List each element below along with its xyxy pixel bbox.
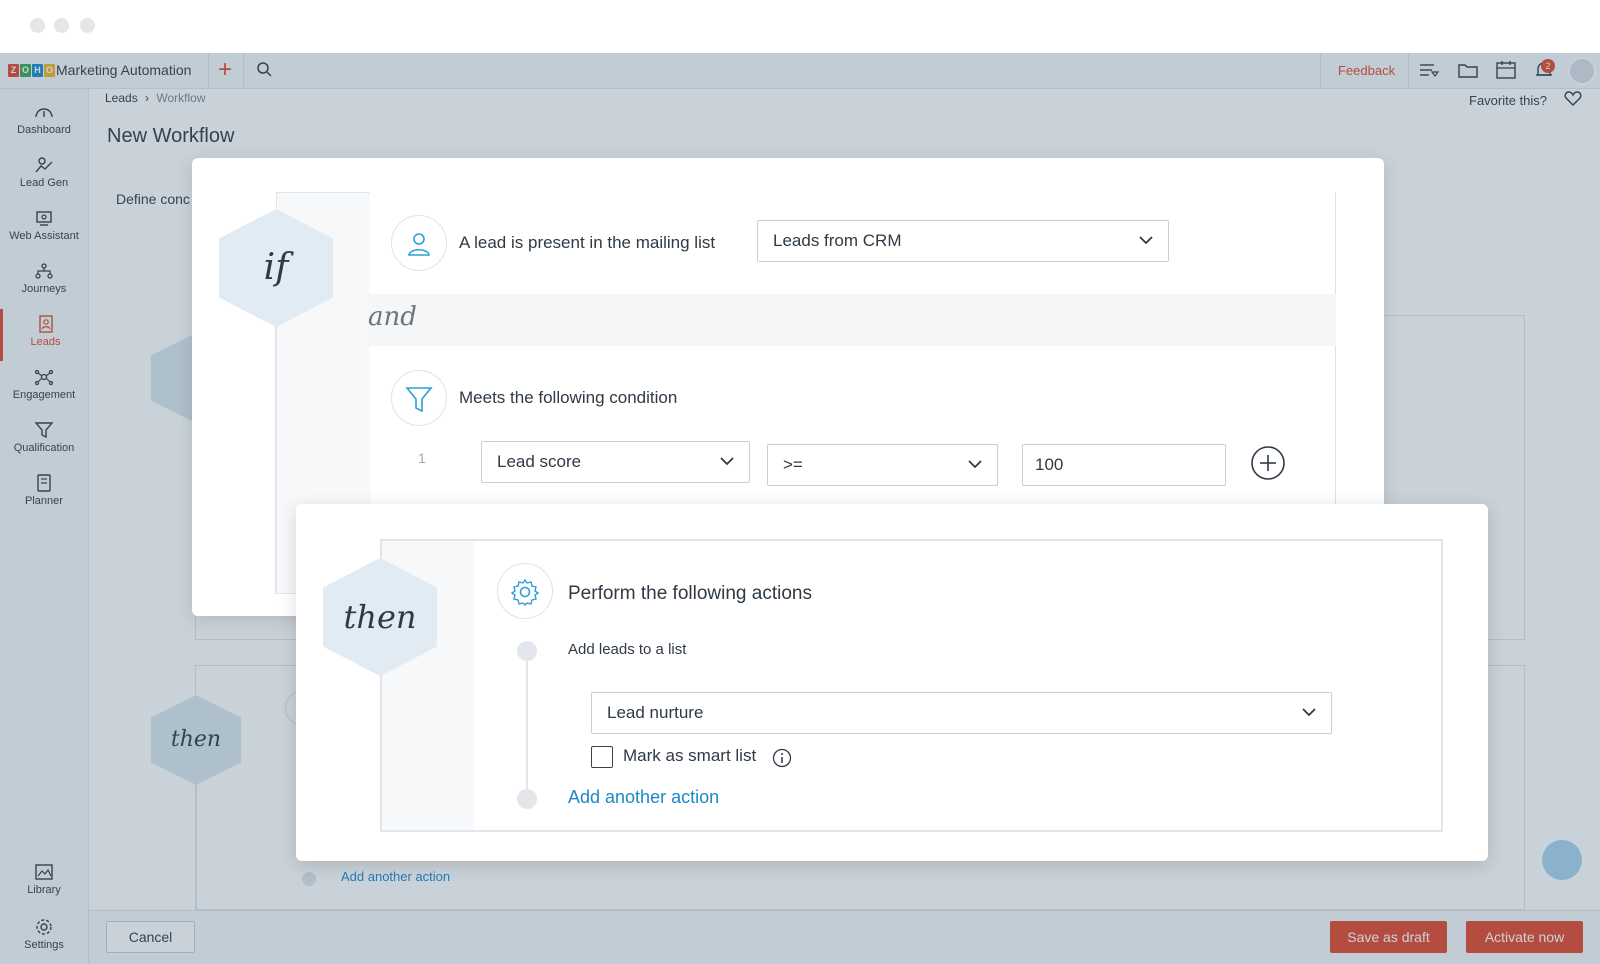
action-label: Add leads to a list [568,641,687,658]
target-list-select[interactable]: Lead nurture [591,692,1332,734]
condition-row-number: 1 [418,450,426,466]
then-actions-card: then Perform the following actions Add l… [296,504,1488,861]
chevron-down-icon [1139,236,1153,245]
add-action-dot [517,789,537,809]
field-select-value: Lead score [497,452,582,471]
operator-select-value: >= [783,455,803,474]
operator-select[interactable]: >= [767,444,998,486]
mailing-list-select-value: Leads from CRM [773,231,902,250]
target-list-select-value: Lead nurture [607,703,704,722]
window-maximize-button[interactable] [80,18,95,33]
filter-condition-icon-circle [391,370,447,426]
chevron-down-icon [1302,708,1316,717]
action-connector-line [526,645,528,795]
person-icon [408,233,430,256]
smart-list-label: Mark as smart list [623,746,757,765]
and-separator-band [368,294,1336,346]
window-minimize-button[interactable] [54,18,69,33]
gear-icon [510,578,540,606]
then-title: Perform the following actions [568,583,812,604]
then-connector-line [380,669,382,832]
field-select[interactable]: Lead score [481,441,750,483]
add-condition-icon[interactable] [1250,445,1286,486]
meets-condition-label: Meets the following condition [459,388,678,407]
filter-icon [405,387,433,413]
info-icon[interactable] [772,748,792,773]
chevron-down-icon [720,457,734,466]
condition-value-text: 100 [1035,455,1064,474]
window-close-button[interactable] [30,18,45,33]
mailing-list-condition-label: A lead is present in the mailing list [459,233,716,252]
actions-icon-circle [497,563,553,619]
and-label: and [368,302,417,332]
add-another-action-link[interactable]: Add another action [568,787,719,808]
action-step-dot [517,641,537,661]
chevron-down-icon [968,460,982,469]
lead-condition-icon-circle [391,215,447,271]
window-titlebar [0,0,1600,53]
smart-list-checkbox[interactable] [591,746,613,768]
condition-value-input[interactable]: 100 [1022,444,1226,486]
mailing-list-select[interactable]: Leads from CRM [757,220,1169,262]
